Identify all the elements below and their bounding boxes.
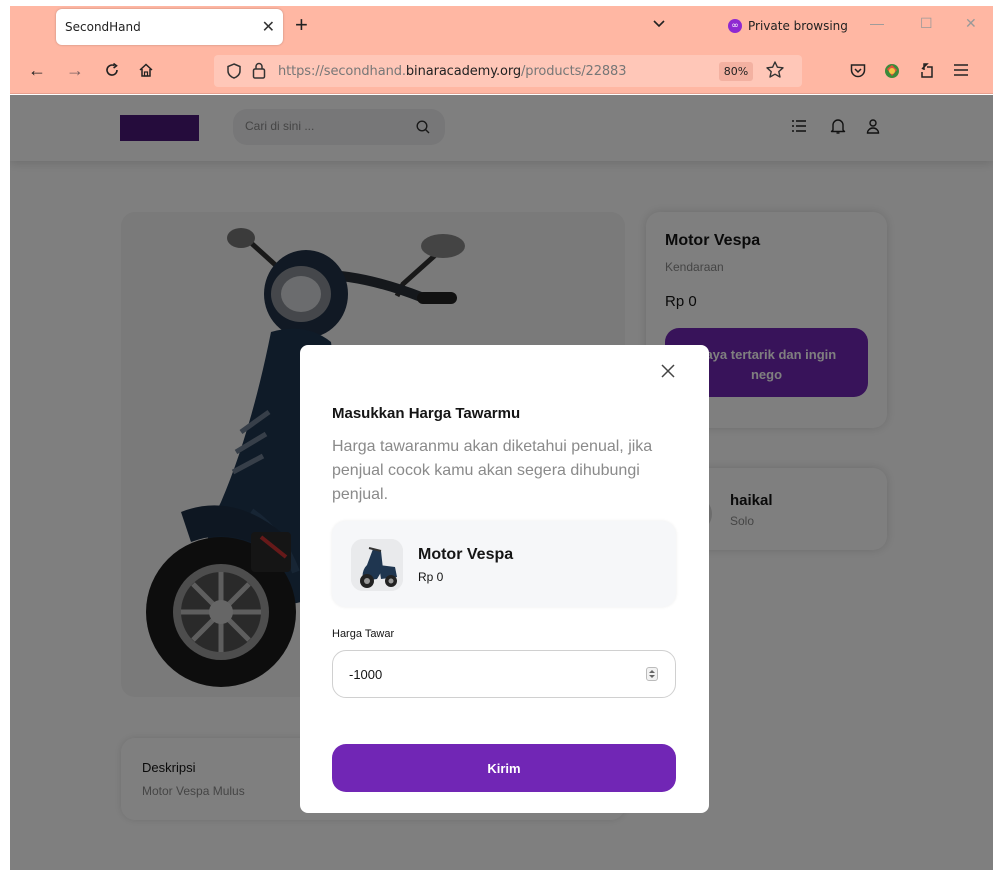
lock-icon[interactable]: [252, 62, 266, 79]
tracking-shield-icon[interactable]: [227, 63, 241, 79]
url-path: /products/22883: [521, 64, 627, 79]
browser-toolbar: ← → https://secondhand.binaracademy.org/…: [10, 48, 993, 94]
offer-modal: Masukkan Harga Tawarmu Harga tawaranmu a…: [300, 345, 709, 813]
tab-list-chevron-icon[interactable]: [652, 19, 666, 29]
web-page: Cari di sini ...: [10, 95, 993, 870]
zoom-level[interactable]: 80%: [719, 62, 753, 81]
modal-product-thumbnail: [351, 539, 403, 591]
url-prefix: https://secondhand.: [278, 64, 406, 79]
browser-tab-bar: SecondHand ✕ + ∞ Private browsing — ☐ ✕: [10, 6, 993, 48]
close-icon[interactable]: [658, 361, 678, 381]
tab-close-icon[interactable]: ✕: [262, 17, 275, 37]
pocket-icon[interactable]: [850, 63, 866, 78]
minimize-icon[interactable]: —: [870, 15, 884, 31]
maximize-icon[interactable]: ☐: [920, 15, 933, 32]
modal-title: Masukkan Harga Tawarmu: [332, 405, 521, 422]
modal-product-name: Motor Vespa: [418, 546, 514, 563]
url-text: https://secondhand.binaracademy.org/prod…: [278, 64, 627, 79]
url-domain: binaracademy.org: [405, 64, 522, 79]
close-window-icon[interactable]: ✕: [965, 15, 977, 32]
tab-title: SecondHand: [65, 20, 141, 34]
home-icon[interactable]: [138, 62, 154, 78]
menu-icon[interactable]: [953, 63, 969, 77]
offer-price-label: Harga Tawar: [332, 628, 395, 640]
number-stepper-icon[interactable]: [646, 667, 658, 681]
submit-offer-button[interactable]: Kirim: [332, 744, 676, 792]
share-icon[interactable]: [918, 61, 936, 79]
modal-product-card: Motor Vespa Rp 0: [332, 521, 676, 607]
bookmark-star-icon[interactable]: [765, 60, 785, 80]
offer-price-input[interactable]: [332, 650, 676, 698]
forward-icon[interactable]: →: [66, 61, 84, 79]
modal-product-price: Rp 0: [418, 570, 444, 584]
scooter-thumbnail-icon: [351, 539, 403, 591]
private-browsing-indicator: ∞ Private browsing: [728, 19, 848, 33]
private-browsing-icon: ∞: [728, 19, 742, 33]
private-browsing-label: Private browsing: [748, 19, 848, 33]
new-tab-icon[interactable]: +: [295, 14, 308, 36]
address-bar[interactable]: https://secondhand.binaracademy.org/prod…: [214, 55, 802, 87]
extension-icon[interactable]: [883, 62, 901, 80]
modal-description: Harga tawaranmu akan diketahui penual, j…: [332, 438, 653, 503]
reload-icon[interactable]: [104, 62, 120, 78]
back-icon[interactable]: ←: [28, 61, 46, 79]
browser-tab[interactable]: SecondHand ✕: [56, 9, 283, 45]
